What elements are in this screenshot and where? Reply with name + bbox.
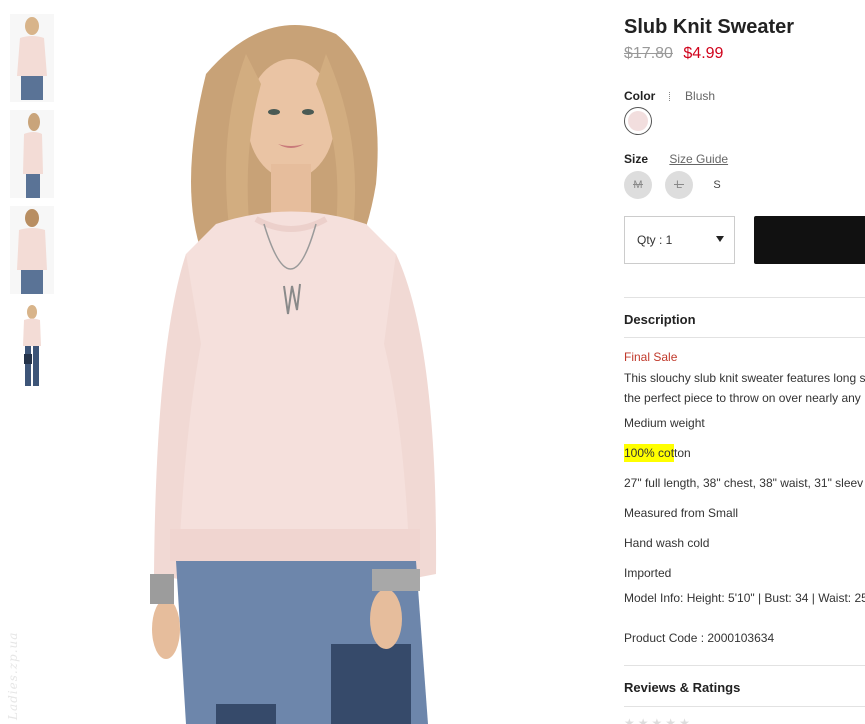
rating-stars: ★★★★★: [624, 716, 693, 724]
thumbnail-gallery: [10, 14, 56, 398]
description-heading[interactable]: Description: [624, 312, 696, 327]
sale-price: $4.99: [683, 45, 724, 62]
selected-color-value: Blush: [668, 89, 716, 103]
divider: [624, 297, 865, 298]
detail-model-info: Model Info: Height: 5'10" | Bust: 34 | W…: [624, 591, 865, 605]
watermark-text: Ladies.zp.ua: [6, 631, 20, 720]
dotted-swatch-icon: [668, 92, 676, 101]
star-icon: ★: [679, 716, 693, 724]
quantity-select[interactable]: Qty : 1: [624, 216, 735, 264]
product-info-panel: Slub Knit Sweater $17.80 $4.99 Color Blu…: [624, 0, 865, 724]
star-icon: ★: [624, 716, 638, 724]
product-code: Product Code : 2000103634: [624, 631, 775, 645]
detail-origin: Imported: [624, 566, 672, 580]
color-swatch-blush[interactable]: [624, 107, 652, 135]
size-option-label: M: [633, 179, 643, 191]
reviews-heading[interactable]: Reviews & Ratings: [624, 680, 740, 695]
divider: [624, 706, 865, 707]
size-option-label: L: [675, 179, 683, 191]
detail-care: Hand wash cold: [624, 536, 710, 550]
star-icon: ★: [651, 716, 666, 724]
product-title: Slub Knit Sweater: [624, 16, 795, 38]
description-intro-line-2: the perfect piece to throw on over nearl…: [624, 391, 861, 405]
color-name: Blush: [685, 89, 716, 103]
detail-measured-from: Measured from Small: [624, 506, 739, 520]
detail-weight: Medium weight: [624, 416, 705, 430]
description-intro-line-1: This slouchy slub knit sweater features …: [624, 371, 865, 385]
divider: [624, 337, 865, 338]
quantity-value: Qty : 1: [637, 233, 673, 247]
size-option-l[interactable]: L: [665, 171, 693, 199]
detail-measurements: 27" full length, 38" chest, 38" waist, 3…: [624, 476, 864, 490]
swatch-fill: [628, 111, 648, 131]
thumbnail-full-length[interactable]: [10, 302, 54, 390]
detail-material-rest: ton: [674, 446, 691, 460]
star-icon: ★: [665, 716, 680, 724]
price-row: $17.80 $4.99: [624, 45, 723, 63]
main-product-image[interactable]: [66, 14, 606, 724]
color-row: Color Blush: [624, 89, 715, 103]
detail-material: 100% cotton: [624, 444, 691, 462]
size-label: Size: [624, 152, 649, 166]
caret-down-icon: [716, 236, 724, 242]
thumbnail-front[interactable]: [10, 14, 54, 102]
original-price: $17.80: [624, 45, 673, 62]
size-option-m[interactable]: M: [624, 171, 652, 199]
size-guide-link[interactable]: Size Guide: [669, 152, 728, 166]
size-option-s[interactable]: S: [703, 171, 731, 199]
thumbnail-side[interactable]: [10, 110, 54, 198]
thumbnail-back[interactable]: [10, 206, 54, 294]
size-row: Size Size Guide: [624, 152, 728, 166]
star-icon: ★: [637, 716, 652, 724]
size-option-label: S: [713, 179, 721, 191]
add-to-bag-button[interactable]: [754, 216, 865, 264]
highlighted-text: 100% cot: [624, 444, 675, 462]
divider: [624, 665, 865, 666]
color-label: Color: [624, 89, 656, 103]
final-sale-label: Final Sale: [624, 350, 678, 364]
